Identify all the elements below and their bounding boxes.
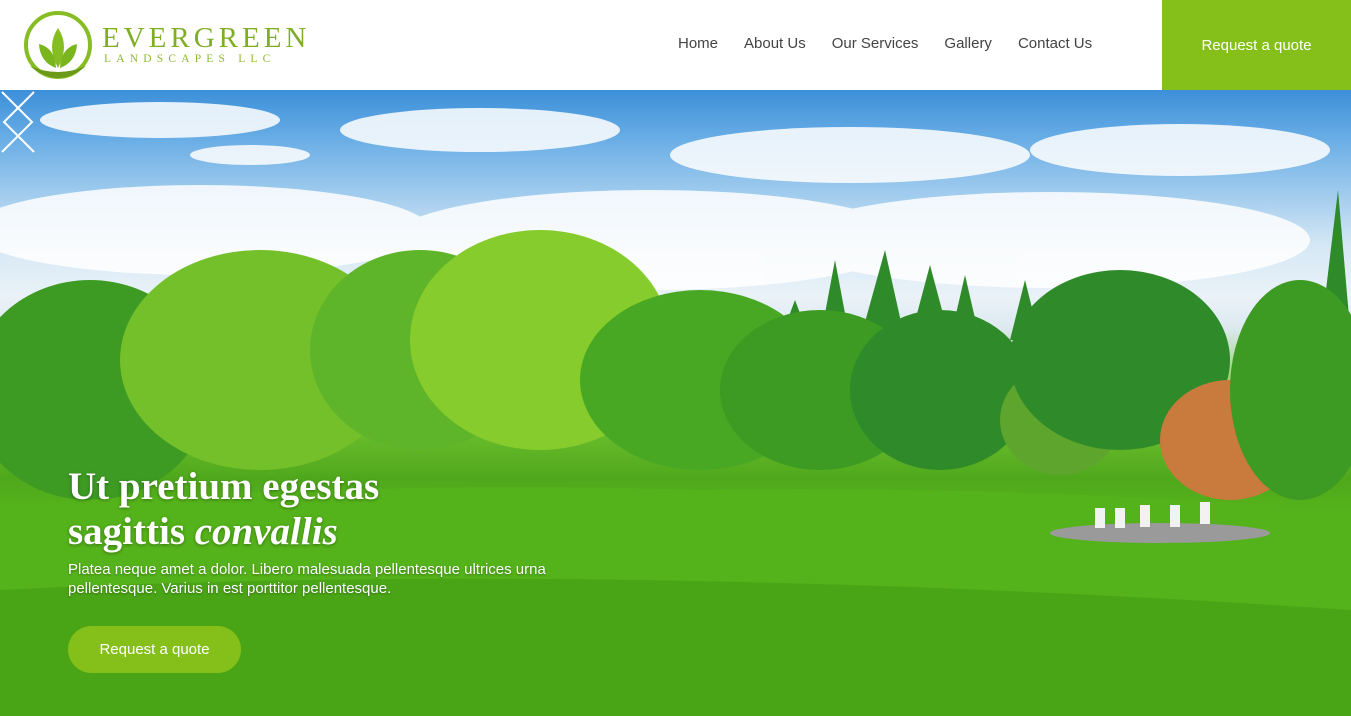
- hero-title-line2: sagittis: [68, 510, 185, 553]
- nav-gallery[interactable]: Gallery: [944, 35, 992, 52]
- nav-our-services[interactable]: Our Services: [832, 35, 919, 52]
- site-header: EVERGREEN LANDSCAPES LLC Home About Us O…: [0, 0, 1351, 90]
- brand-subtitle: LANDSCAPES LLC: [104, 53, 276, 65]
- request-quote-button-header[interactable]: Request a quote: [1162, 0, 1351, 90]
- logo[interactable]: EVERGREEN LANDSCAPES LLC: [22, 8, 310, 82]
- hero-title: Ut pretium egestas sagittis convallis: [68, 464, 379, 554]
- hero-slider: Ut pretium egestas sagittis convallis Pl…: [0, 90, 1351, 716]
- nav-home[interactable]: Home: [678, 35, 718, 52]
- request-quote-button-hero[interactable]: Request a quote: [68, 626, 241, 673]
- hero-title-italic: convallis: [194, 510, 338, 553]
- hero-background-image: [0, 102, 1351, 716]
- nav-about-us[interactable]: About Us: [744, 35, 806, 52]
- main-nav: Home About Us Our Services Gallery Conta…: [678, 35, 1118, 52]
- hero-title-line1: Ut pretium egestas: [68, 465, 380, 508]
- brand-name: EVERGREEN: [102, 22, 311, 54]
- hero-description: Platea neque amet a dolor. Libero malesu…: [68, 561, 546, 597]
- logo-leaf-icon: [24, 11, 92, 79]
- nav-contact-us[interactable]: Contact Us: [1018, 35, 1092, 52]
- chevron-right-icon[interactable]: [0, 90, 36, 154]
